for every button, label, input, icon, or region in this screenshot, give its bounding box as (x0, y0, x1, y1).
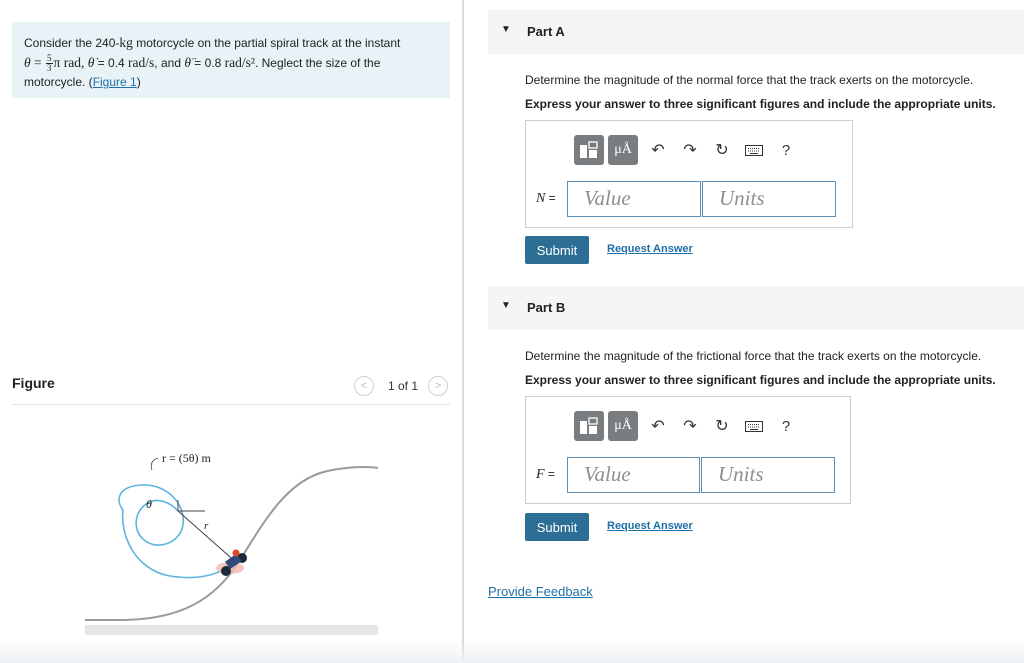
equals-sign: = (544, 467, 555, 481)
chevron-left-icon: < (360, 380, 368, 392)
problem-text: Consider the 240- (24, 36, 120, 50)
problem-text: ) (136, 75, 141, 90)
undo-button[interactable]: ↶ (642, 135, 674, 165)
problem-line-2: θ = 53π rad, θ̇ = 0.4 rad/s, and θ̈ = 0.… (24, 53, 438, 73)
help-button[interactable]: ? (770, 135, 802, 165)
redo-icon: ↷ (683, 142, 697, 159)
part-b-answer-box: μÅ ↶ ↷ ↻ ? F = Value Units (525, 396, 851, 504)
r-label: r (204, 520, 209, 532)
part-b-value-input[interactable]: Value (567, 457, 700, 493)
undo-button[interactable]: ↶ (642, 411, 674, 441)
units-icon: μÅ (614, 142, 632, 157)
provide-feedback-link[interactable]: Provide Feedback (488, 584, 593, 599)
figure-1-link[interactable]: Figure 1 (93, 75, 137, 89)
template-icon (580, 417, 598, 434)
help-icon: ? (781, 417, 791, 435)
template-button[interactable] (574, 411, 604, 441)
column-divider (462, 0, 464, 663)
template-button[interactable] (574, 135, 604, 165)
pi-rad: π rad, (53, 55, 88, 70)
part-a-question: Determine the magnitude of the normal fo… (525, 73, 974, 87)
spiral-path (118, 484, 231, 579)
part-a-header[interactable]: ▼ Part A (488, 10, 1024, 54)
redo-icon: ↷ (683, 418, 697, 435)
template-icon (580, 141, 598, 158)
help-icon: ? (781, 141, 791, 159)
equals: = (30, 55, 46, 70)
part-a-submit-button[interactable]: Submit (525, 236, 589, 264)
part-a-answer-box: μÅ ↶ ↷ ↻ ? N = Value Units (525, 120, 853, 228)
equals-sign: = (545, 191, 556, 205)
collapse-triangle-icon[interactable]: ▼ (501, 300, 511, 311)
part-a-title: Part A (527, 24, 565, 39)
theta-dot-value: = 0.4 (94, 56, 129, 70)
part-b-header[interactable]: ▼ Part B (488, 286, 1024, 330)
figure-page-indicator: 1 of 1 (388, 379, 419, 393)
unit-rad-s: rad/s (128, 55, 155, 70)
spiral-equation-label: r = (5θ) m (162, 451, 212, 465)
variable-n: N (536, 191, 546, 206)
problem-text: motorcycle on the partial spiral track a… (132, 36, 401, 50)
undo-icon: ↶ (651, 142, 665, 159)
units-icon: μÅ (614, 418, 632, 433)
motorcycle-icon (216, 549, 247, 576)
previous-figure-button[interactable]: < (354, 376, 374, 396)
part-b-request-answer-link[interactable]: Request Answer (607, 520, 693, 532)
part-a-toolbar: μÅ ↶ ↷ ↻ ? (574, 135, 802, 165)
problem-line-3: motorcycle. (Figure 1) (24, 73, 438, 92)
undo-icon: ↶ (651, 418, 665, 435)
variable-f: F (536, 467, 545, 482)
next-figure-button[interactable]: > (428, 376, 449, 396)
keyboard-button[interactable] (738, 135, 770, 165)
part-b-submit-button[interactable]: Submit (525, 513, 589, 541)
theta-label: θ (146, 497, 152, 511)
problem-text: . Neglect the size of the (254, 56, 381, 70)
part-b-units-input[interactable]: Units (701, 457, 835, 493)
help-button[interactable]: ? (770, 411, 802, 441)
part-b-instruction: Express your answer to three significant… (525, 373, 996, 387)
chevron-right-icon: > (434, 380, 442, 392)
keyboard-icon (745, 420, 763, 432)
units-button[interactable]: μÅ (608, 135, 638, 165)
problem-line-1: Consider the 240-kg motorcycle on the pa… (24, 33, 438, 53)
unit-kg: kg (119, 35, 133, 50)
figure-heading: Figure (12, 375, 55, 391)
fraction-denominator: 3 (47, 63, 52, 74)
radius-line (177, 510, 239, 565)
part-a-value-input[interactable]: Value (567, 181, 701, 217)
theta-symbol: θ (24, 55, 31, 70)
problem-statement: Consider the 240-kg motorcycle on the pa… (12, 22, 450, 98)
spiral-track-figure: r = (5θ) m θ r (85, 451, 379, 635)
theta-ddot-symbol: θ̈ (184, 55, 191, 70)
figure-divider (12, 404, 450, 405)
problem-text: motorcycle. ( (24, 75, 93, 90)
redo-button[interactable]: ↷ (674, 135, 706, 165)
keyboard-icon (745, 144, 763, 156)
part-a-instruction: Express your answer to three significant… (525, 97, 996, 111)
part-a-request-answer-link[interactable]: Request Answer (607, 243, 693, 255)
part-b-title: Part B (527, 300, 566, 315)
label-leader (150, 457, 159, 471)
part-b-toolbar: μÅ ↶ ↷ ↻ ? (574, 411, 802, 441)
part-b-variable-label: F = (536, 467, 555, 483)
part-a-units-input[interactable]: Units (702, 181, 836, 217)
theta-ddot-value: = 0.8 (190, 56, 225, 70)
figure-pager: < 1 of 1 > (354, 376, 449, 396)
unit-rad-s2: rad/s² (224, 55, 255, 70)
fraction-5-3: 53 (46, 54, 53, 73)
units-button[interactable]: μÅ (608, 411, 638, 441)
redo-button[interactable]: ↷ (674, 411, 706, 441)
problem-text: , and (154, 56, 185, 70)
keyboard-button[interactable] (738, 411, 770, 441)
reset-icon: ↻ (715, 142, 729, 159)
collapse-triangle-icon[interactable]: ▼ (501, 24, 511, 35)
part-b-question: Determine the magnitude of the frictiona… (525, 349, 982, 363)
reset-button[interactable]: ↻ (706, 135, 738, 165)
reset-button[interactable]: ↻ (706, 411, 738, 441)
part-a-variable-label: N = (536, 191, 556, 207)
reset-icon: ↻ (715, 418, 729, 435)
problem-panel: Consider the 240-kg motorcycle on the pa… (0, 0, 463, 663)
bottom-fade (0, 640, 1024, 663)
